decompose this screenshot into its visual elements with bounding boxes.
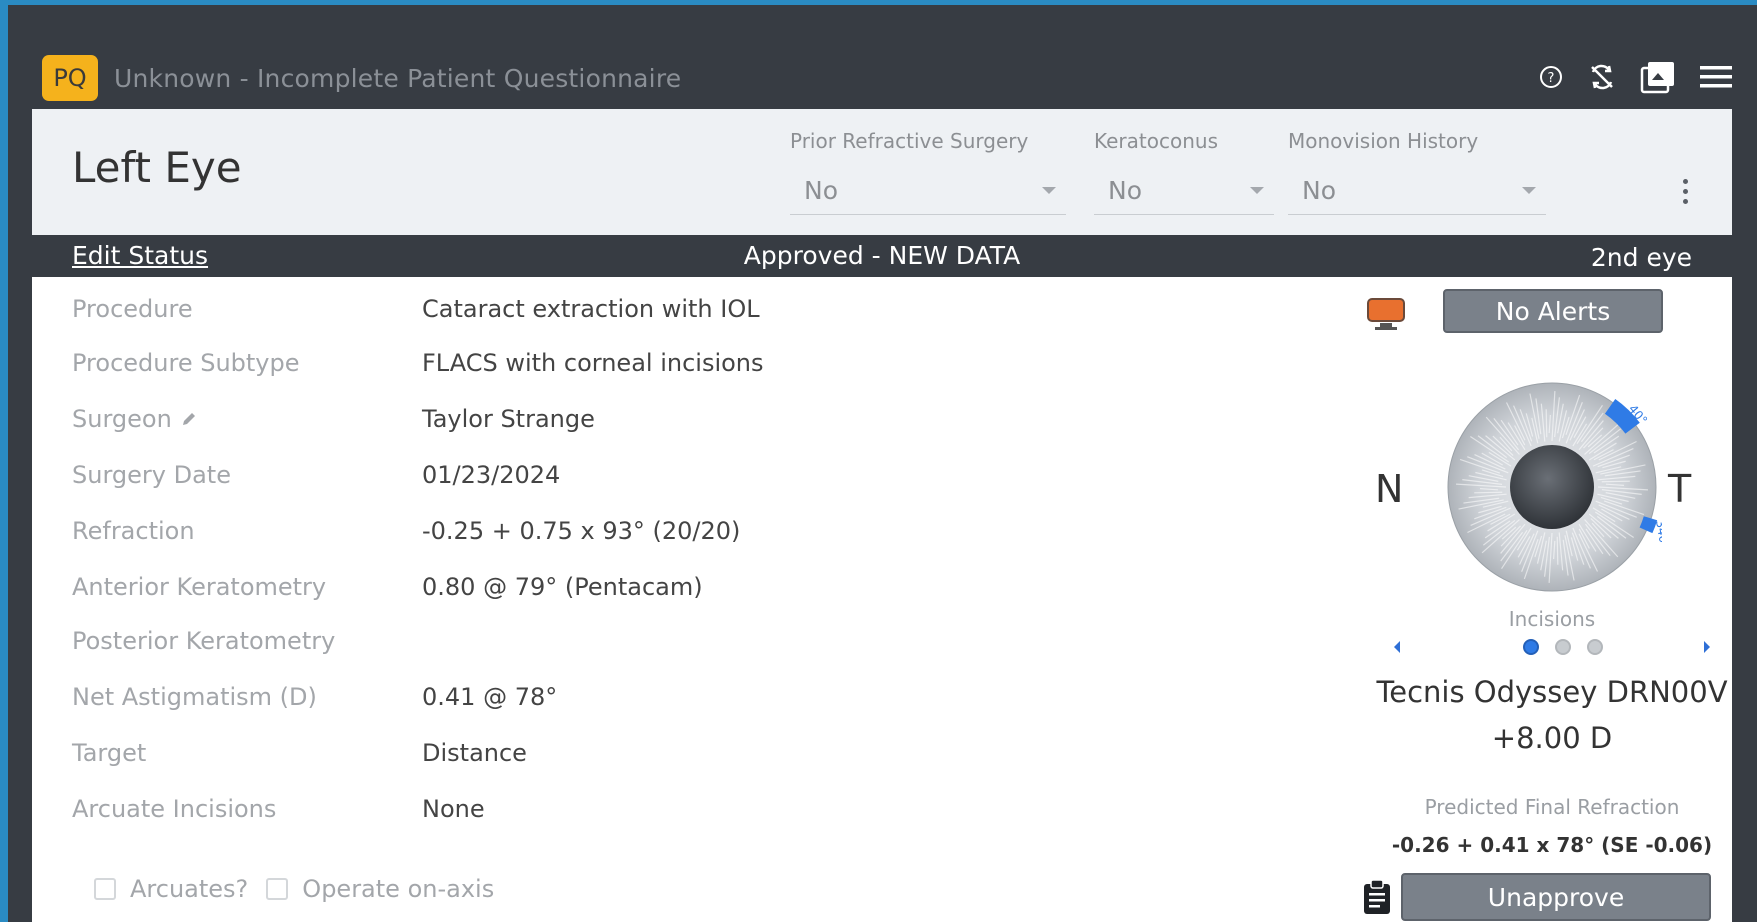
dropdown-field[interactable]: No	[790, 167, 1066, 215]
field-label: Surgery Date	[72, 461, 231, 489]
options-checkboxes: Arcuates? Operate on-axis	[94, 875, 494, 903]
sync-off-icon[interactable]	[1588, 63, 1616, 91]
field-row-surgery-date: Surgery Date 01/23/2024	[72, 455, 560, 495]
predicted-refraction-label: Predicted Final Refraction	[1424, 795, 1680, 819]
field-label: Procedure Subtype	[72, 349, 300, 377]
field-value: Cataract extraction with IOL	[422, 295, 760, 323]
dropdown-value: No	[1302, 176, 1336, 205]
dropdown-value: No	[1108, 176, 1142, 205]
field-label-surgeon: Surgeon	[72, 405, 422, 433]
status-bar: Approved - NEW DATA Edit Status 2nd eye	[32, 235, 1732, 277]
procedure-details-panel: Procedure Cataract extraction with IOL P…	[32, 277, 1732, 922]
carousel-dots	[1523, 639, 1603, 655]
field-label: Target	[72, 739, 147, 767]
help-icon[interactable]: ?	[1538, 64, 1564, 90]
field-value: Distance	[422, 739, 527, 767]
dropdown-label: Monovision History	[1288, 129, 1479, 153]
dropdown-value: No	[804, 176, 838, 205]
field-label: Procedure	[72, 295, 193, 323]
dropdown-label: Keratoconus	[1094, 129, 1218, 153]
predicted-refraction-value: -0.26 + 0.41 x 78° (SE -0.06)	[1391, 833, 1713, 857]
incision-angle-label: 340°	[1653, 519, 1662, 550]
lens-power: +8.00 D	[1491, 721, 1613, 755]
approval-status: Approved - NEW DATA	[743, 241, 1021, 270]
monovision-history-dropdown[interactable]: Monovision History No	[1288, 129, 1546, 215]
diagram-carousel	[1382, 635, 1722, 659]
app-title: Unknown - Incomplete Patient Questionnai…	[114, 63, 682, 93]
svg-text:?: ?	[1548, 71, 1555, 86]
incisions-label: Incisions	[1508, 607, 1596, 631]
dropdown-label: Prior Refractive Surgery	[790, 129, 1029, 153]
carousel-prev-icon[interactable]	[1394, 641, 1400, 653]
operate-on-axis-checkbox[interactable]	[266, 878, 289, 900]
keratoconus-dropdown[interactable]: Keratoconus No	[1094, 129, 1274, 215]
field-value: Taylor Strange	[422, 405, 595, 433]
field-label: Refraction	[72, 517, 195, 545]
field-row-procedure-subtype: Procedure Subtype FLACS with corneal inc…	[72, 343, 764, 383]
lens-name: Tecnis Odyssey DRN00V	[1376, 675, 1728, 709]
edit-status-link[interactable]: Edit Status	[72, 241, 208, 270]
field-label: Posterior Keratometry	[72, 627, 336, 655]
field-row-arcuate-incisions: Arcuate Incisions None	[72, 789, 485, 829]
field-row-target: Target Distance	[72, 733, 527, 773]
carousel-dot[interactable]	[1555, 639, 1571, 655]
pq-badge[interactable]: PQ	[42, 55, 98, 101]
unapprove-button[interactable]: Unapprove	[1401, 873, 1711, 921]
caret-down-icon	[1522, 187, 1536, 194]
field-value: 01/23/2024	[422, 461, 561, 489]
field-value: 0.80 @ 79° (Pentacam)	[422, 573, 703, 601]
carousel-dot[interactable]	[1523, 639, 1539, 655]
eye-title: Left Eye	[72, 143, 242, 192]
incision-eye-diagram[interactable]: 40° 340°	[1442, 377, 1672, 601]
field-value: 0.41 @ 78°	[422, 683, 558, 711]
field-value: -0.25 + 0.75 x 93° (20/20)	[422, 517, 741, 545]
edit-pencil-icon[interactable]	[180, 410, 198, 428]
field-label: Arcuate Incisions	[72, 795, 277, 823]
prior-refractive-surgery-dropdown[interactable]: Prior Refractive Surgery No	[790, 129, 1066, 215]
caret-down-icon	[1042, 187, 1056, 194]
clipboard-icon[interactable]	[1362, 879, 1392, 919]
title-icons: ?	[1538, 60, 1732, 94]
dropdown-field[interactable]: No	[1288, 167, 1546, 215]
checkbox-label: Operate on-axis	[302, 875, 495, 903]
carousel-next-icon[interactable]	[1704, 641, 1710, 653]
field-row-posterior-keratometry: Posterior Keratometry	[72, 621, 422, 661]
field-row-anterior-keratometry: Anterior Keratometry 0.80 @ 79° (Pentaca…	[72, 567, 703, 607]
menu-icon[interactable]	[1700, 64, 1732, 90]
more-options-icon[interactable]	[1683, 179, 1688, 204]
nasal-label: N	[1375, 467, 1404, 511]
monitor-icon[interactable]	[1366, 297, 1406, 335]
second-eye-label: 2nd eye	[1590, 243, 1692, 272]
title-bar: PQ Unknown - Incomplete Patient Question…	[32, 48, 1732, 108]
checkbox-label: Arcuates?	[130, 875, 249, 903]
field-row-refraction: Refraction -0.25 + 0.75 x 93° (20/20)	[72, 511, 740, 551]
no-alerts-button[interactable]: No Alerts	[1443, 289, 1663, 333]
field-row-procedure: Procedure Cataract extraction with IOL	[72, 289, 760, 329]
field-row-net-astigmatism: Net Astigmatism (D) 0.41 @ 78°	[72, 677, 557, 717]
gallery-icon[interactable]	[1640, 60, 1676, 94]
incision-mark-340[interactable]	[1639, 516, 1658, 534]
field-label: Surgeon	[72, 405, 172, 433]
field-label: Net Astigmatism (D)	[72, 683, 317, 711]
field-row-surgeon: Surgeon Taylor Strange	[72, 399, 595, 439]
carousel-dot[interactable]	[1587, 639, 1603, 655]
temporal-label: T	[1668, 467, 1692, 511]
arcuates-checkbox[interactable]	[94, 878, 116, 900]
field-value: None	[422, 795, 485, 823]
window-frame-left	[0, 0, 8, 922]
dropdown-field[interactable]: No	[1094, 167, 1274, 215]
field-label: Anterior Keratometry	[72, 573, 327, 601]
caret-down-icon	[1250, 187, 1264, 194]
eye-header: Left Eye Prior Refractive Surgery No Ker…	[32, 109, 1732, 235]
field-value: FLACS with corneal incisions	[422, 349, 764, 377]
app-window: PQ Unknown - Incomplete Patient Question…	[8, 5, 1757, 922]
